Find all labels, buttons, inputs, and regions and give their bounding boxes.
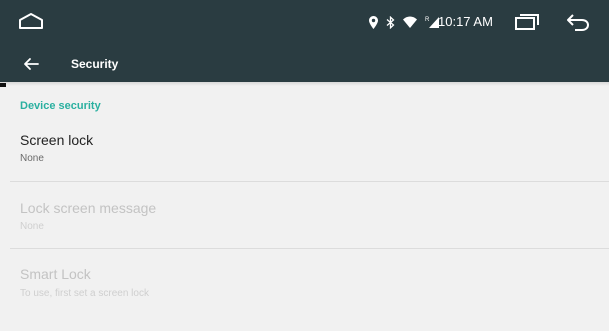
preference-smart-lock: Smart Lock To use, first set a screen lo… [0,249,609,319]
home-icon[interactable] [18,12,44,30]
status-time: 10:17 AM [438,14,493,29]
location-icon [369,15,378,29]
preference-summary: None [20,221,44,232]
preference-title: Screen lock [20,132,94,148]
signal-icon: R [425,17,439,28]
wifi-icon [403,16,417,28]
preference-screen-lock[interactable]: Screen lock None [0,118,609,180]
security-settings-screen: R 10:17 AM Security Device security Scre… [0,0,609,331]
back-arrow-icon[interactable] [20,53,42,75]
preference-title: Smart Lock [20,266,91,282]
back-nav-icon[interactable] [565,12,591,32]
status-icons: R [369,14,439,30]
bluetooth-icon [386,15,395,29]
edge-mark [0,83,6,87]
page-title: Security [71,57,119,71]
preference-lock-screen-message: Lock screen message None [0,182,609,248]
preference-summary: To use, first set a screen lock [20,288,149,299]
app-bar: Security [0,45,609,82]
svg-text:R: R [425,17,430,23]
section-header-device-security: Device security [20,100,101,112]
preference-title: Lock screen message [20,200,157,216]
preference-summary: None [20,153,44,164]
recent-apps-icon[interactable] [514,13,540,31]
status-bar: R 10:17 AM [0,0,609,45]
app-bar-shadow [0,82,609,86]
